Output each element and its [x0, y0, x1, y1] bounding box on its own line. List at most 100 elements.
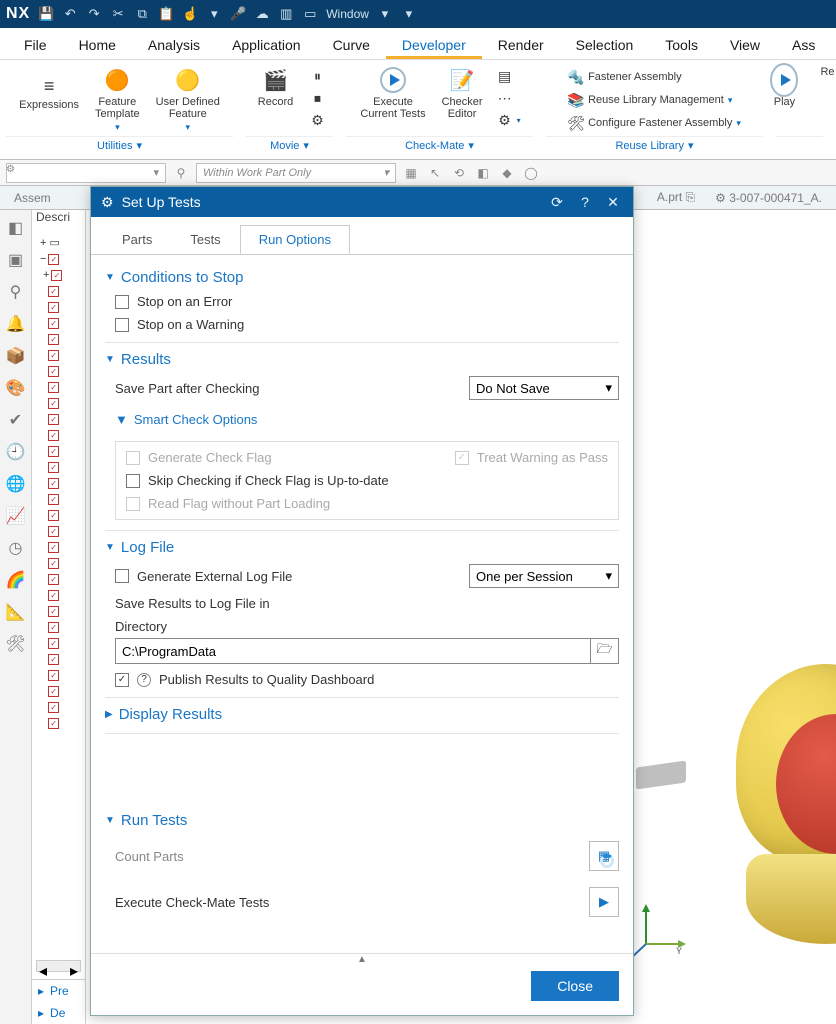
tree-row[interactable]: + ▭ [32, 234, 85, 251]
undo-icon[interactable]: ↶ [62, 6, 78, 22]
user-defined-feature-button[interactable]: 🟡 User Defined Feature ▾ [150, 64, 226, 135]
checkmate-icon[interactable]: ✔ [4, 408, 28, 432]
tree-row[interactable]: ✓ [32, 315, 85, 331]
log-file-header[interactable]: ▼ Log File [105, 531, 619, 562]
tree-row[interactable]: ✓ [32, 523, 85, 539]
layout-icon[interactable]: ▥ [278, 6, 294, 22]
checkmate-small-3[interactable]: ⚙▾ [493, 110, 525, 130]
tree-row[interactable]: ✓ [32, 491, 85, 507]
mic-icon[interactable]: 🎤 [230, 6, 246, 22]
results-header[interactable]: ▼ Results [105, 343, 619, 374]
history-icon[interactable]: 🕘 [4, 440, 28, 464]
reuse-library-icon[interactable]: 📦 [4, 344, 28, 368]
color-icon[interactable]: 🌈 [4, 568, 28, 592]
appearance-icon[interactable]: 🎨 [4, 376, 28, 400]
menu-view[interactable]: View [714, 31, 776, 59]
dependencies-section[interactable]: ▸De [32, 1002, 85, 1024]
skip-checking-checkbox[interactable]: Skip Checking if Check Flag is Up-to-dat… [126, 473, 608, 488]
window-dropdown-icon[interactable]: ▾ [377, 6, 393, 22]
gear-icon[interactable]: ⚙ [6, 164, 15, 175]
clock-icon[interactable]: ◷ [4, 536, 28, 560]
log-frequency-combo[interactable]: One per Session ▾ [469, 564, 619, 588]
preview-section[interactable]: ▸Pre [32, 980, 85, 1002]
tree-row[interactable]: ✓ [32, 539, 85, 555]
touch-icon[interactable]: ☝ [182, 6, 198, 22]
filter-tool-5-icon[interactable]: ◆ [498, 164, 516, 182]
stop-on-error-checkbox[interactable]: Stop on an Error [115, 294, 619, 309]
view-triad-icon[interactable]: Y [626, 904, 686, 964]
feature-template-button[interactable]: 🟠 Feature Template ▾ [89, 64, 146, 135]
fastener-assembly-button[interactable]: 🔩 Fastener Assembly [564, 67, 745, 87]
filter-tool-1-icon[interactable]: ▦ [402, 164, 420, 182]
copy-icon[interactable]: ⧉ [134, 6, 150, 22]
filter-tool-2-icon[interactable]: ↖ [426, 164, 444, 182]
reuse-library-mgmt-button[interactable]: 📚 Reuse Library Management ▾ [564, 90, 745, 110]
menu-developer[interactable]: Developer [386, 31, 482, 59]
tree-row[interactable]: ✓ [32, 283, 85, 299]
display-results-header[interactable]: ▶ Display Results [105, 698, 619, 734]
save-part-combo[interactable]: Do Not Save ▾ [469, 376, 619, 400]
checkmate-small-1[interactable]: ▤ [493, 66, 525, 86]
filter-tool-3-icon[interactable]: ⟲ [450, 164, 468, 182]
generate-external-log-checkbox[interactable]: Generate External Log File [115, 569, 292, 584]
tree-row[interactable]: ✓ [32, 459, 85, 475]
reset-icon[interactable]: ⟳ [547, 194, 567, 211]
tree-row[interactable]: ✓ [32, 379, 85, 395]
tree-row[interactable]: ✓ [32, 683, 85, 699]
menu-render[interactable]: Render [482, 31, 560, 59]
chevron-down-icon[interactable]: ▾ [468, 139, 474, 152]
tree-row[interactable]: ✓ [32, 299, 85, 315]
menu-curve[interactable]: Curve [317, 31, 386, 59]
tab-parts[interactable]: Parts [103, 225, 171, 254]
execute-tests-button[interactable]: Execute Current Tests [354, 64, 431, 122]
tree-row[interactable]: ✓ [32, 427, 85, 443]
tree-row[interactable]: ✓ [32, 571, 85, 587]
menu-analysis[interactable]: Analysis [132, 31, 216, 59]
window-menu[interactable]: Window [326, 7, 369, 21]
tree-row[interactable]: ✓ [32, 443, 85, 459]
browse-directory-button[interactable]: 🗁 [591, 638, 619, 664]
chevron-down-icon[interactable]: ▾ [688, 139, 694, 152]
filter-scope-combo[interactable]: Within Work Part Only▾ [196, 163, 396, 183]
publish-results-checkbox[interactable]: ? Publish Results to Quality Dashboard [115, 672, 619, 687]
tree-row[interactable]: ✓ [32, 411, 85, 427]
movie-small-1[interactable]: ⏸ [306, 66, 330, 86]
overflow-icon[interactable]: ▾ [401, 6, 417, 22]
filter-type-combo[interactable]: ▾ [6, 163, 166, 183]
doc-tab-1[interactable]: A.prt ⎘ [647, 188, 705, 207]
tab-tests[interactable]: Tests [171, 225, 239, 254]
movie-small-3[interactable]: ⚙ [306, 110, 330, 130]
window-icon[interactable]: ▭ [302, 6, 318, 22]
help-icon[interactable]: ? [575, 194, 595, 210]
conditions-header[interactable]: ▼ Conditions to Stop [105, 261, 619, 292]
tree-row[interactable]: ✓ [32, 635, 85, 651]
tree-row[interactable]: ✓ [32, 395, 85, 411]
cloud-icon[interactable]: ☁ [254, 6, 270, 22]
menu-tools[interactable]: Tools [649, 31, 714, 59]
expressions-button[interactable]: ≡ Expressions [13, 64, 85, 113]
run-tests-header[interactable]: ▼ Run Tests [105, 804, 619, 835]
tree-row[interactable]: ✓ [32, 699, 85, 715]
save-icon[interactable]: 💾 [38, 6, 54, 22]
paste-icon[interactable]: 📋 [158, 6, 174, 22]
graph-icon[interactable]: 📈 [4, 504, 28, 528]
part-navigator-icon[interactable]: ◧ [4, 216, 28, 240]
tree-row[interactable]: ✓ [32, 555, 85, 571]
tree-row[interactable]: ✓ [32, 347, 85, 363]
assembly-navigator-icon[interactable]: ▣ [4, 248, 28, 272]
menu-file[interactable]: File [8, 31, 63, 59]
menu-home[interactable]: Home [63, 31, 132, 59]
tools-icon[interactable]: 🛠 [4, 632, 28, 656]
checkmate-small-2[interactable]: ⋯ [493, 88, 525, 108]
notifications-icon[interactable]: 🔔 [4, 312, 28, 336]
play-button[interactable]: Play [758, 64, 810, 110]
menu-application[interactable]: Application [216, 31, 317, 59]
close-button[interactable]: Close [531, 971, 619, 1001]
record-button[interactable]: 🎬 Record [250, 64, 302, 110]
tree-row[interactable]: ✓ [32, 475, 85, 491]
redo-icon[interactable]: ↷ [86, 6, 102, 22]
movie-small-2[interactable]: ⏹ [306, 88, 330, 108]
constraint-navigator-icon[interactable]: ⚲ [4, 280, 28, 304]
filter-icon[interactable]: ⚲ [172, 164, 190, 182]
doc-tab-2[interactable]: ⚙ 3-007-000471_A. [705, 189, 832, 207]
